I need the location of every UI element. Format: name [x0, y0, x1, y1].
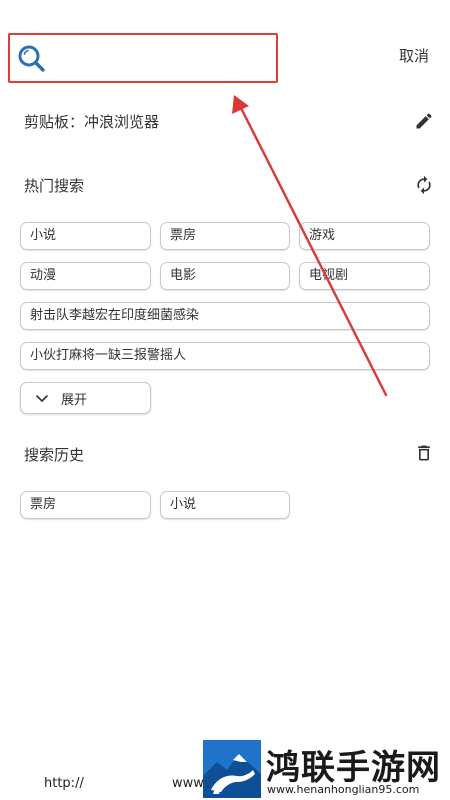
clipboard-label: 剪贴板：冲浪浏览器: [24, 113, 160, 131]
expand-button[interactable]: 展开: [20, 382, 151, 414]
pencil-icon[interactable]: [414, 111, 434, 131]
watermark-url: www.henanhonglian95.com: [267, 783, 420, 796]
expand-label: 展开: [61, 393, 88, 408]
hot-tag-games[interactable]: 游戏: [299, 222, 430, 250]
trash-icon[interactable]: [414, 443, 434, 463]
history-item-box-office[interactable]: 票房: [20, 491, 151, 519]
chevron-down-icon: [36, 395, 48, 402]
bottom-url-left: http://: [44, 776, 84, 791]
hot-tag-movie[interactable]: 电影: [160, 262, 290, 290]
cancel-button[interactable]: 取消: [399, 45, 429, 66]
hot-tag-novel[interactable]: 小说: [20, 222, 151, 250]
history-title: 搜索历史: [24, 446, 85, 464]
search-bar[interactable]: [8, 33, 278, 83]
watermark-title: 鸿联手游网: [266, 748, 441, 788]
search-input[interactable]: [54, 45, 268, 75]
watermark-logo-icon: [203, 740, 261, 798]
hot-tag-anime[interactable]: 动漫: [20, 262, 151, 290]
watermark: 鸿联手游网 www.henanhonglian95.com: [203, 740, 450, 800]
search-icon: [18, 45, 45, 72]
hot-tag-wide-1[interactable]: 射击队李越宏在印度细菌感染: [20, 302, 430, 330]
hot-tag-tv-series[interactable]: 电视剧: [299, 262, 430, 290]
refresh-icon[interactable]: [414, 175, 434, 195]
hot-tag-box-office[interactable]: 票房: [160, 222, 290, 250]
hot-tag-wide-2[interactable]: 小伙打麻将一缺三报警摇人: [20, 342, 430, 370]
bottom-url-right: www.: [172, 776, 207, 791]
clipboard-row[interactable]: 剪贴板：冲浪浏览器: [0, 100, 450, 140]
hot-search-title: 热门搜索: [24, 177, 85, 195]
history-item-novel[interactable]: 小说: [160, 491, 290, 519]
